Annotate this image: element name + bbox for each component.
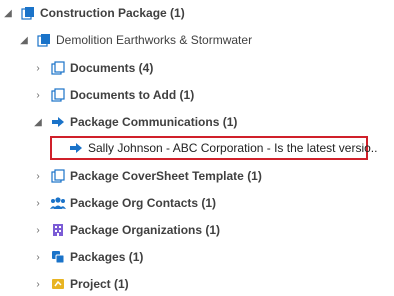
expand-toggle-org-contacts[interactable]: ›	[33, 192, 43, 214]
tree-node-package-communications[interactable]: Package Communications (1)	[50, 111, 237, 133]
collapse-toggle-package-communications[interactable]: ◢	[33, 111, 43, 133]
people-icon	[50, 195, 66, 211]
collapse-toggle-demolition[interactable]: ◢	[19, 29, 29, 51]
tree-node-label: Package Communications (1)	[70, 115, 238, 129]
tree-node-project[interactable]: Project (1)	[50, 273, 129, 295]
tree-node-documents[interactable]: Documents (4)	[50, 57, 153, 79]
tree-node-label: Package CoverSheet Template (1)	[70, 169, 262, 183]
tree-node-label: Project (1)	[70, 277, 129, 291]
tree-node-packages[interactable]: Packages (1)	[50, 246, 143, 268]
building-icon	[50, 222, 66, 238]
tree-node-label: Documents to Add (1)	[70, 88, 195, 102]
tree-node-package-organizations[interactable]: Package Organizations (1)	[50, 219, 220, 241]
arrow-right-icon	[50, 114, 66, 130]
tree-node-label: Package Org Contacts (1)	[70, 196, 217, 210]
tree-node-label: Sally Johnson - ABC Corporation - Is the…	[88, 141, 378, 155]
expand-toggle-coversheet-template[interactable]: ›	[33, 165, 43, 187]
tree-node-label: Packages (1)	[70, 250, 144, 264]
tree-node-label: Construction Package (1)	[40, 6, 185, 20]
expand-toggle-documents-to-add[interactable]: ›	[33, 84, 43, 106]
tree-node-label: Demolition Earthworks & Stormwater	[56, 33, 253, 47]
pages-icon	[50, 168, 66, 184]
pages-icon	[36, 32, 52, 48]
expand-toggle-package-organizations[interactable]: ›	[33, 219, 43, 241]
tree-node-documents-to-add[interactable]: Documents to Add (1)	[50, 84, 194, 106]
tree-node-label: Documents (4)	[70, 61, 154, 75]
packages-icon	[50, 249, 66, 265]
expand-toggle-documents[interactable]: ›	[33, 57, 43, 79]
pages-icon	[20, 5, 36, 21]
tree-node-coversheet-template[interactable]: Package CoverSheet Template (1)	[50, 165, 262, 187]
tree-node-communication-sally-johnson[interactable]: Sally Johnson - ABC Corporation - Is the…	[68, 137, 377, 159]
collapse-toggle-root[interactable]: ◢	[3, 2, 13, 24]
tree-node-construction-package[interactable]: Construction Package (1)	[20, 2, 185, 24]
expand-toggle-project[interactable]: ›	[33, 273, 43, 295]
pages-icon	[50, 60, 66, 76]
tree-node-label: Package Organizations (1)	[70, 223, 221, 237]
pages-icon	[50, 87, 66, 103]
expand-toggle-packages[interactable]: ›	[33, 246, 43, 268]
project-icon	[50, 276, 66, 292]
tree-node-demolition[interactable]: Demolition Earthworks & Stormwater	[36, 29, 252, 51]
tree-node-org-contacts[interactable]: Package Org Contacts (1)	[50, 192, 216, 214]
arrow-right-icon	[68, 140, 84, 156]
